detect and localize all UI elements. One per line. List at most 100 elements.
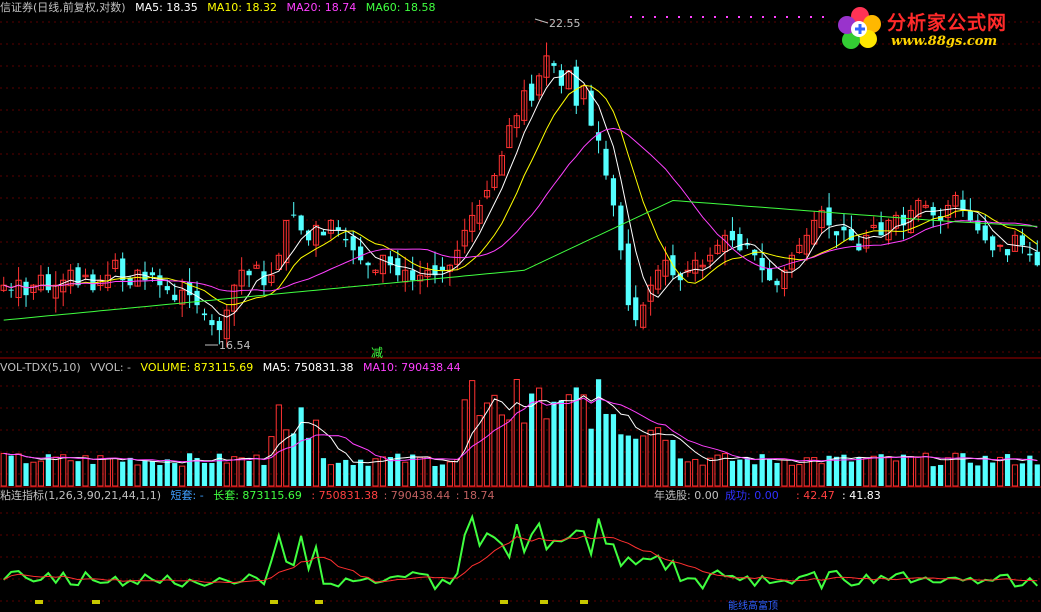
volume-bar-up <box>788 464 796 487</box>
volume-bar-up <box>52 456 59 487</box>
candle-body-down <box>633 297 639 321</box>
volume-bar-down <box>142 460 148 486</box>
candle-body-down <box>529 83 535 101</box>
volume-bar-down <box>164 459 170 486</box>
candle-body-down <box>618 205 624 251</box>
candle-body-down <box>90 274 96 291</box>
candle-body-down <box>1004 249 1011 256</box>
candle-body-down <box>729 230 736 241</box>
volume-bar-up <box>231 456 238 487</box>
candle-body-down <box>573 66 579 106</box>
signal-marker <box>500 600 508 604</box>
signal-marker <box>92 600 100 604</box>
volume-bar-down <box>930 466 936 486</box>
volume-bar-down <box>610 414 617 486</box>
ma60-line <box>3 199 1038 321</box>
volume-bar-up <box>417 456 424 487</box>
volume-bar-up <box>521 422 528 487</box>
volume-bar-down <box>967 462 973 486</box>
volume-bar-down <box>1019 463 1026 486</box>
volume-bar-down <box>744 457 750 486</box>
volume-bar-down <box>172 463 178 486</box>
volume-bar-down <box>856 457 862 486</box>
volume-bar-up <box>15 453 22 487</box>
top-dot-marker <box>666 16 668 18</box>
volume-bar-down <box>439 464 446 486</box>
volume-bar-up <box>97 455 104 487</box>
volume-bar-down <box>343 459 349 486</box>
volume-bar-down <box>558 400 564 486</box>
volume-bar-up <box>1011 464 1019 487</box>
volume-bar-up <box>268 436 275 487</box>
candle-body-down <box>410 270 416 281</box>
volume-bar-up <box>134 464 141 487</box>
volume-bar-up <box>699 464 706 487</box>
volume-bar-down <box>23 463 29 486</box>
stock-chart <box>0 16 1041 604</box>
candle-body-down <box>23 281 29 296</box>
volume-bar-down <box>149 461 156 486</box>
signal-marker <box>35 600 43 604</box>
high-price-label: 22.55 <box>549 17 581 30</box>
candle-body-down <box>766 268 773 281</box>
volume-bar-down <box>737 459 743 486</box>
sell-signal-label: 减 <box>371 346 384 360</box>
volume-bar-down <box>900 454 907 486</box>
volume-bar-down <box>120 461 126 486</box>
volume-bar-down <box>670 439 676 486</box>
candle-body-down <box>856 243 862 251</box>
candle-body-down <box>826 207 832 226</box>
volume-bar-down <box>127 457 133 486</box>
volume-bar-down <box>201 462 208 486</box>
signal-marker <box>315 600 323 604</box>
volume-bar-down <box>766 459 773 486</box>
candle-body-down <box>164 286 170 291</box>
site-logo: 分析家公式网 www.88gs.com <box>835 4 1035 54</box>
candle-body-down <box>209 320 215 326</box>
volume-bar-down <box>90 463 96 486</box>
candle-body-down <box>246 270 252 276</box>
candle-body-down <box>603 148 609 176</box>
candle-body-down <box>149 272 156 276</box>
volume-bar-up <box>461 399 468 487</box>
volume-bar-down <box>618 434 624 486</box>
top-dot-marker <box>750 16 752 18</box>
candle-body-down <box>558 70 564 86</box>
volume-bar-up <box>179 465 186 487</box>
volume-bar-up <box>922 452 929 487</box>
candle-body-down <box>1034 251 1040 266</box>
volume-bar-down <box>291 433 297 486</box>
volume-bar-up <box>944 457 952 487</box>
volume-bar-down <box>187 453 193 486</box>
candle-body-down <box>45 274 51 291</box>
logo-title: 分析家公式网 <box>887 12 1008 34</box>
volume-bar-down <box>588 428 594 486</box>
candle-body-down <box>759 257 765 271</box>
volume-bar-down <box>625 435 631 486</box>
volume-bar-up <box>863 458 870 487</box>
volume-bar-down <box>774 462 780 486</box>
candle-body-down <box>335 227 341 231</box>
candle-body-down <box>439 266 446 271</box>
volume-bar-down <box>677 458 683 486</box>
volume-bar-down <box>990 462 996 486</box>
volume-bar-up <box>997 456 1004 487</box>
volume-bar-down <box>833 456 840 486</box>
candle-body-down <box>833 231 840 236</box>
candle-body-down <box>343 238 349 241</box>
volume-bar-down <box>573 387 579 486</box>
volume-bar-up <box>372 458 379 487</box>
volume-bar-down <box>633 438 639 486</box>
top-dot-marker <box>810 16 812 18</box>
logo-url: www.88gs.com <box>891 34 998 49</box>
volume-bar-up <box>640 435 647 487</box>
low-price-label: 16.54 <box>219 339 251 352</box>
volume-bar-down <box>298 407 304 486</box>
volume-bar-down <box>848 461 854 486</box>
volume-bar-up <box>892 460 900 487</box>
flower-logo-icon <box>838 7 881 49</box>
signal-marker <box>270 600 278 604</box>
volume-bar-up <box>870 455 877 487</box>
volume-bar-up <box>796 464 803 487</box>
volume-bar-up <box>513 378 520 487</box>
